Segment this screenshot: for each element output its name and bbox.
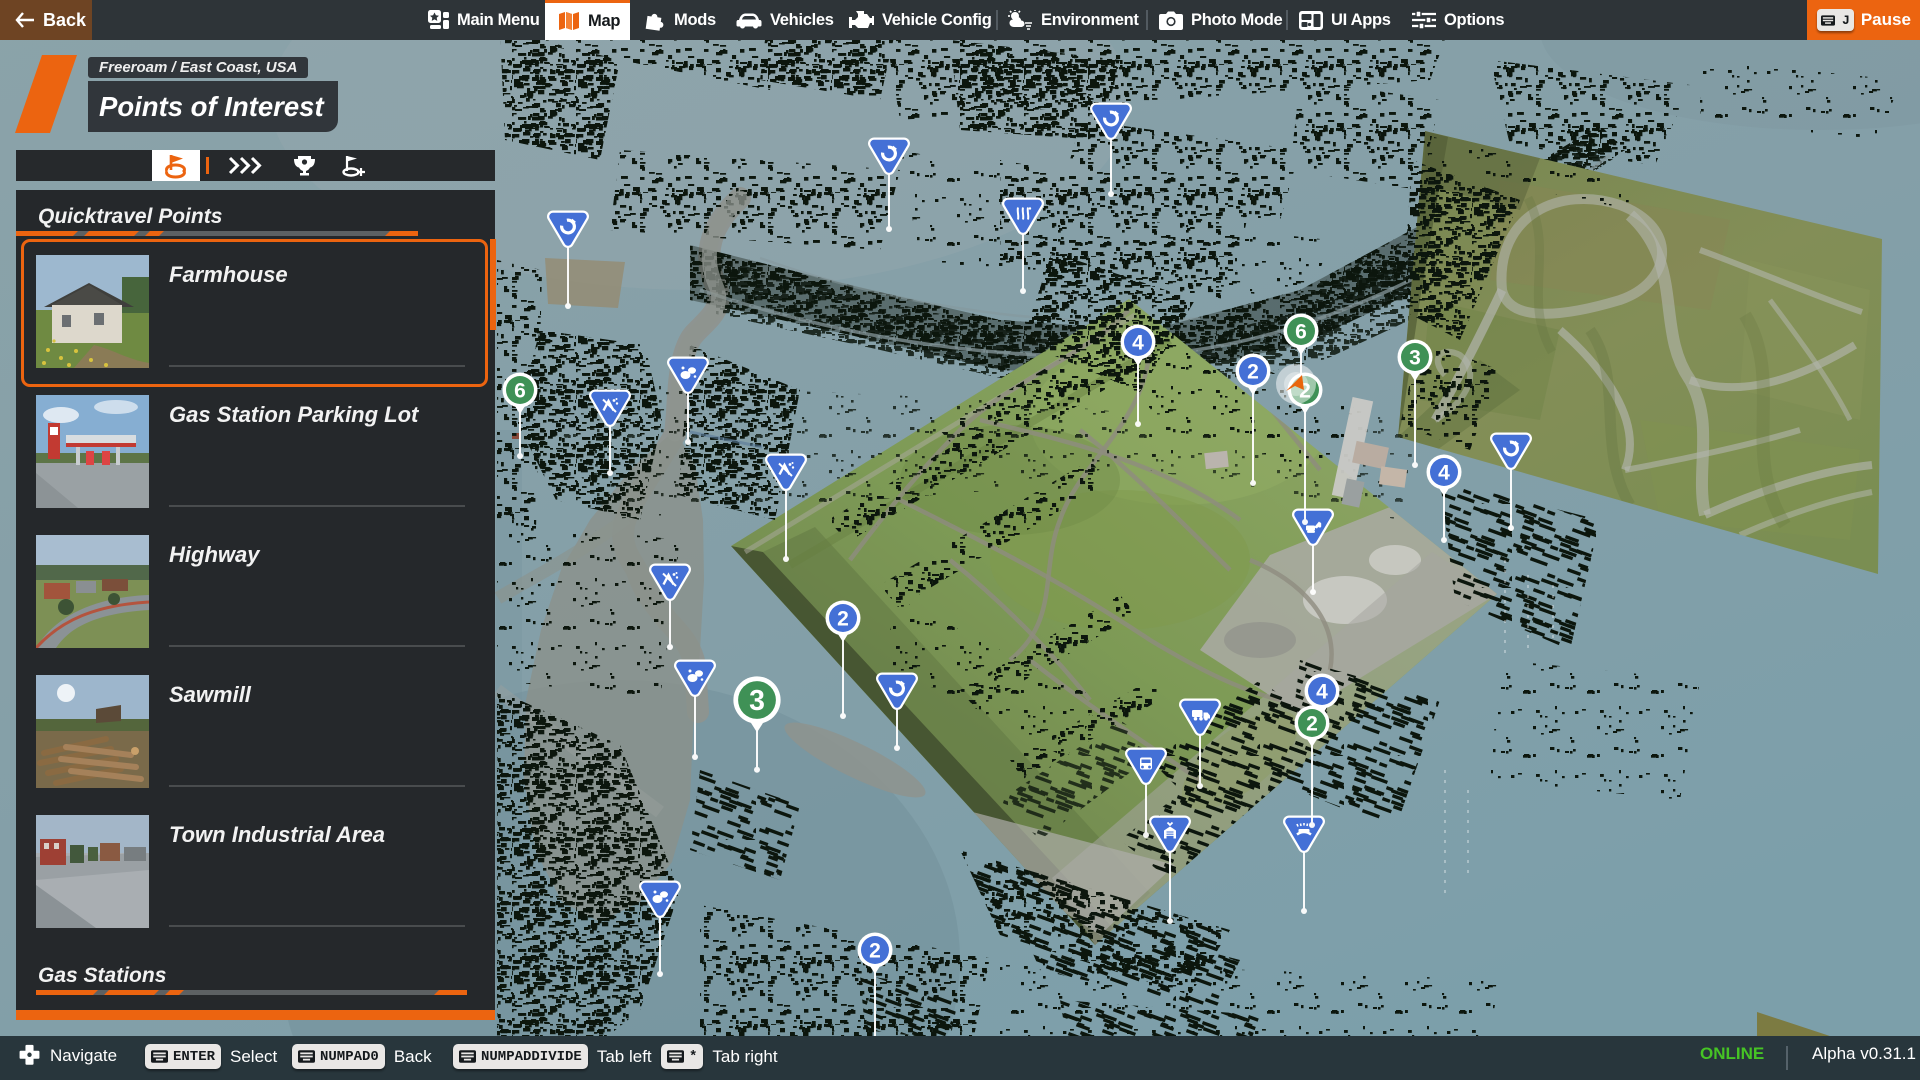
svg-text:2: 2 bbox=[1306, 713, 1318, 736]
svg-text:3: 3 bbox=[1409, 347, 1421, 370]
svg-text:4: 4 bbox=[1316, 681, 1328, 704]
svg-text:4: 4 bbox=[1132, 332, 1144, 355]
svg-text:2: 2 bbox=[1247, 361, 1259, 384]
svg-text:4: 4 bbox=[1438, 462, 1450, 485]
svg-text:2: 2 bbox=[869, 940, 881, 963]
svg-text:6: 6 bbox=[514, 380, 526, 403]
svg-text:2: 2 bbox=[837, 608, 849, 631]
svg-text:6: 6 bbox=[1295, 321, 1307, 344]
svg-text:3: 3 bbox=[749, 685, 765, 717]
